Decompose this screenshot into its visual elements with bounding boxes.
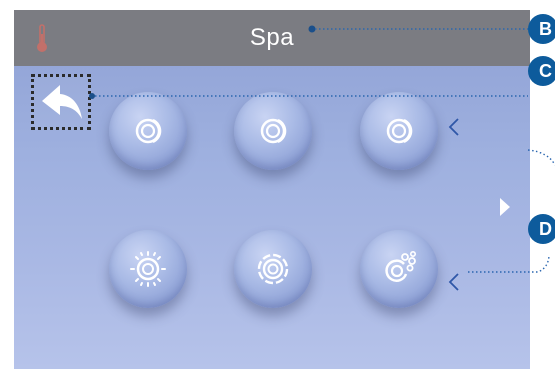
callout-d: D <box>528 214 555 244</box>
callout-c: C <box>528 56 555 86</box>
control-panel-frame: Spa B C D <box>0 0 555 369</box>
callout-leaders <box>89 25 555 273</box>
callout-b: B <box>528 14 555 44</box>
